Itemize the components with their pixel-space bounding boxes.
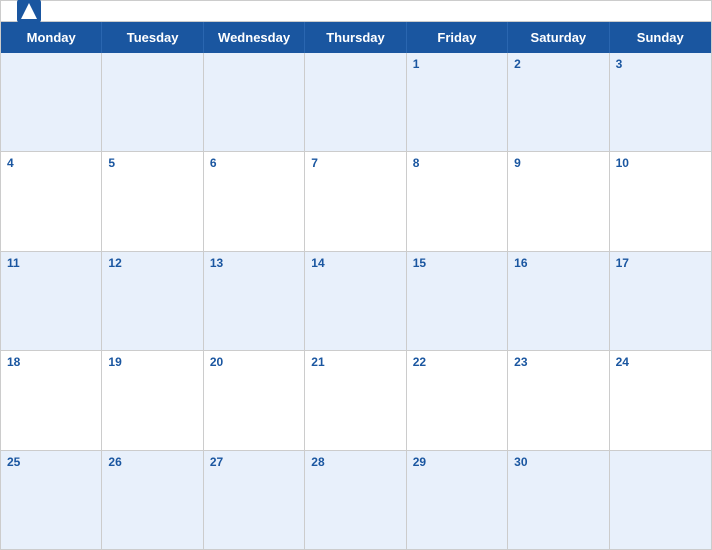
day-header-thursday: Thursday bbox=[305, 22, 406, 53]
day-cell-8: 8 bbox=[407, 152, 508, 250]
day-number: 28 bbox=[311, 455, 399, 469]
day-number: 25 bbox=[7, 455, 95, 469]
day-cell-21: 21 bbox=[305, 351, 406, 449]
day-number: 26 bbox=[108, 455, 196, 469]
day-header-wednesday: Wednesday bbox=[204, 22, 305, 53]
day-number: 4 bbox=[7, 156, 95, 170]
empty-cell bbox=[610, 451, 711, 549]
day-number: 3 bbox=[616, 57, 705, 71]
day-cell-24: 24 bbox=[610, 351, 711, 449]
logo-area bbox=[17, 0, 45, 23]
calendar-grid: MondayTuesdayWednesdayThursdayFridaySatu… bbox=[1, 21, 711, 549]
day-header-tuesday: Tuesday bbox=[102, 22, 203, 53]
empty-cell bbox=[102, 53, 203, 151]
day-cell-7: 7 bbox=[305, 152, 406, 250]
day-cell-16: 16 bbox=[508, 252, 609, 350]
day-cell-29: 29 bbox=[407, 451, 508, 549]
calendar: MondayTuesdayWednesdayThursdayFridaySatu… bbox=[0, 0, 712, 550]
day-number: 1 bbox=[413, 57, 501, 71]
day-cell-20: 20 bbox=[204, 351, 305, 449]
day-number: 16 bbox=[514, 256, 602, 270]
week-row-3: 11 12 13 14 15 16 17 bbox=[1, 252, 711, 351]
day-header-monday: Monday bbox=[1, 22, 102, 53]
weeks-container: 1234567891011121314151617181920212223242… bbox=[1, 53, 711, 549]
day-number: 8 bbox=[413, 156, 501, 170]
empty-cell bbox=[1, 53, 102, 151]
day-number: 13 bbox=[210, 256, 298, 270]
day-cell-30: 30 bbox=[508, 451, 609, 549]
day-number: 21 bbox=[311, 355, 399, 369]
day-cell-14: 14 bbox=[305, 252, 406, 350]
day-cell-26: 26 bbox=[102, 451, 203, 549]
day-number: 24 bbox=[616, 355, 705, 369]
day-number: 18 bbox=[7, 355, 95, 369]
day-number: 5 bbox=[108, 156, 196, 170]
day-cell-5: 5 bbox=[102, 152, 203, 250]
week-row-5: 25 26 27 28 29 30 bbox=[1, 451, 711, 549]
day-header-sunday: Sunday bbox=[610, 22, 711, 53]
day-cell-11: 11 bbox=[1, 252, 102, 350]
day-cell-13: 13 bbox=[204, 252, 305, 350]
day-number: 11 bbox=[7, 256, 95, 270]
day-cell-22: 22 bbox=[407, 351, 508, 449]
day-number: 29 bbox=[413, 455, 501, 469]
day-headers: MondayTuesdayWednesdayThursdayFridaySatu… bbox=[1, 22, 711, 53]
day-header-friday: Friday bbox=[407, 22, 508, 53]
day-number: 22 bbox=[413, 355, 501, 369]
week-row-1: 123 bbox=[1, 53, 711, 152]
day-cell-4: 4 bbox=[1, 152, 102, 250]
day-cell-3: 3 bbox=[610, 53, 711, 151]
day-cell-6: 6 bbox=[204, 152, 305, 250]
day-number: 27 bbox=[210, 455, 298, 469]
week-row-2: 456789 10 bbox=[1, 152, 711, 251]
calendar-header bbox=[1, 1, 711, 21]
day-number: 20 bbox=[210, 355, 298, 369]
logo-icon bbox=[17, 0, 41, 23]
day-cell-17: 17 bbox=[610, 252, 711, 350]
week-row-4: 18 19 20 21 22 23 24 bbox=[1, 351, 711, 450]
day-number: 7 bbox=[311, 156, 399, 170]
day-number: 19 bbox=[108, 355, 196, 369]
day-number: 17 bbox=[616, 256, 705, 270]
day-cell-27: 27 bbox=[204, 451, 305, 549]
day-cell-28: 28 bbox=[305, 451, 406, 549]
day-number: 12 bbox=[108, 256, 196, 270]
day-cell-23: 23 bbox=[508, 351, 609, 449]
day-number: 30 bbox=[514, 455, 602, 469]
day-number: 14 bbox=[311, 256, 399, 270]
empty-cell bbox=[305, 53, 406, 151]
day-cell-19: 19 bbox=[102, 351, 203, 449]
day-number: 10 bbox=[616, 156, 705, 170]
empty-cell bbox=[204, 53, 305, 151]
day-cell-25: 25 bbox=[1, 451, 102, 549]
day-number: 2 bbox=[514, 57, 602, 71]
day-cell-9: 9 bbox=[508, 152, 609, 250]
day-number: 9 bbox=[514, 156, 602, 170]
day-number: 6 bbox=[210, 156, 298, 170]
day-cell-18: 18 bbox=[1, 351, 102, 449]
day-number: 23 bbox=[514, 355, 602, 369]
day-cell-1: 1 bbox=[407, 53, 508, 151]
day-number: 15 bbox=[413, 256, 501, 270]
day-cell-2: 2 bbox=[508, 53, 609, 151]
day-cell-10: 10 bbox=[610, 152, 711, 250]
day-cell-12: 12 bbox=[102, 252, 203, 350]
day-header-saturday: Saturday bbox=[508, 22, 609, 53]
day-cell-15: 15 bbox=[407, 252, 508, 350]
